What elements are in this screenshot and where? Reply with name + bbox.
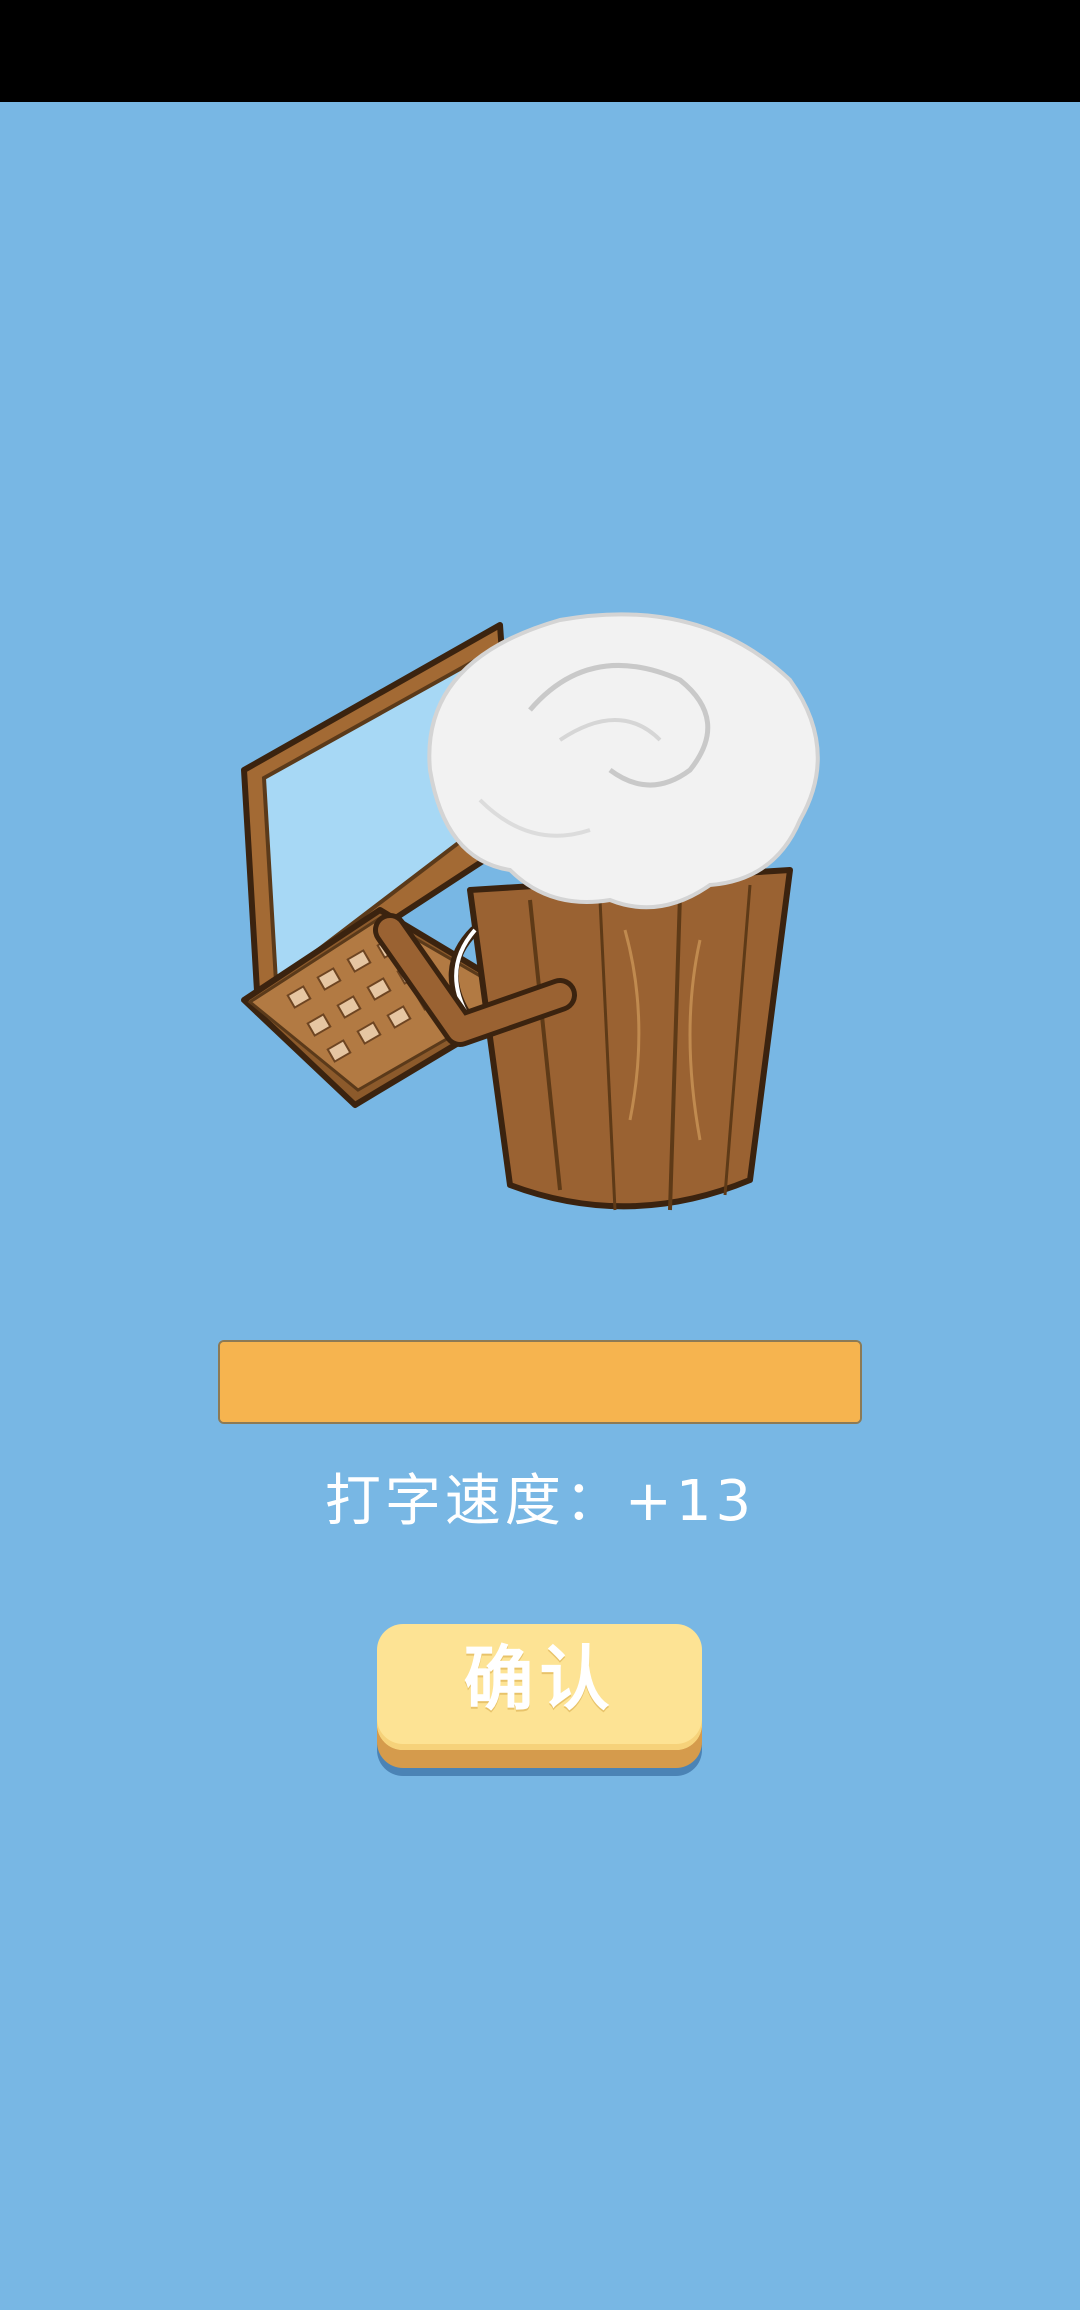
status-bar bbox=[0, 0, 1080, 102]
laptop-coffee-cup-icon bbox=[230, 600, 850, 1220]
progress-fill bbox=[220, 1342, 860, 1422]
progress-bar bbox=[218, 1340, 862, 1424]
confirm-button-label: 确认 bbox=[463, 1638, 616, 1720]
typing-speed-stat: 打字速度：+13 bbox=[324, 1469, 756, 1534]
confirm-button[interactable]: 确认 bbox=[377, 1624, 702, 1776]
